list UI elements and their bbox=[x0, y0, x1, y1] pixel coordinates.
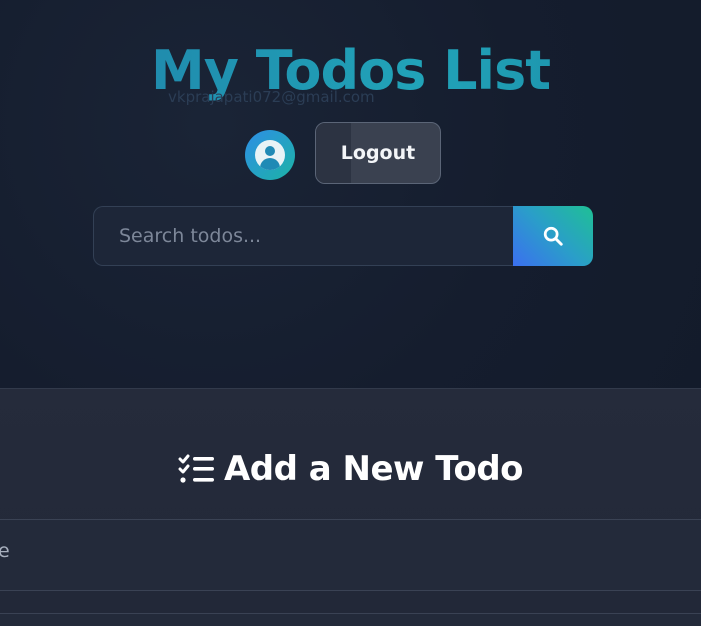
list-check-icon bbox=[178, 454, 214, 483]
logout-button[interactable]: Logout bbox=[315, 122, 441, 184]
header: My Todos List vkprajapati072@gmail.com L… bbox=[0, 0, 701, 388]
search-button[interactable] bbox=[513, 206, 593, 266]
todo-title-field[interactable]: e bbox=[0, 519, 701, 591]
user-email: vkprajapati072@gmail.com bbox=[168, 88, 375, 106]
search-bar bbox=[93, 206, 593, 266]
user-circle-icon bbox=[255, 140, 285, 170]
add-todo-heading: Add a New Todo bbox=[223, 449, 524, 489]
avatar[interactable] bbox=[245, 130, 295, 180]
add-todo-section: Add a New Todo e bbox=[0, 388, 701, 626]
todo-title-field-text: e bbox=[0, 540, 10, 562]
add-todo-title: Add a New Todo bbox=[0, 449, 701, 489]
search-input[interactable] bbox=[93, 206, 514, 266]
search-icon bbox=[543, 226, 563, 246]
logout-label: Logout bbox=[340, 142, 416, 164]
todo-description-field[interactable] bbox=[0, 613, 701, 626]
